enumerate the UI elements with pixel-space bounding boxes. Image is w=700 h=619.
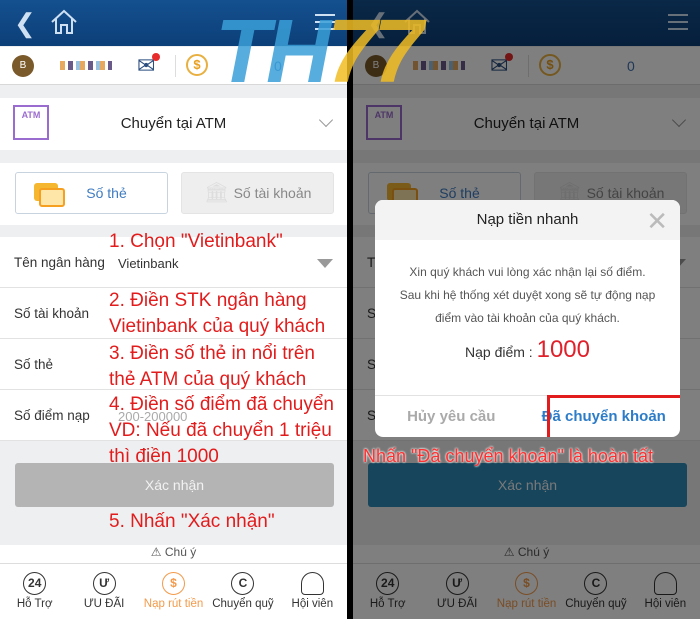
- mail-icon[interactable]: ✉: [137, 53, 161, 77]
- nav-promotions[interactable]: Ư ƯU ĐÃI: [69, 564, 138, 619]
- username-masked: [60, 61, 112, 70]
- annotation-step5: 5. Nhấn "Xác nhận": [109, 511, 275, 532]
- coin-icon: $: [186, 54, 208, 76]
- avatar[interactable]: B: [12, 55, 34, 77]
- annotation-step4b: VD: Nếu đã chuyển 1 triệu: [109, 420, 332, 441]
- tab-account-number[interactable]: 🏛Số tài khoản: [181, 172, 334, 214]
- caret-down-icon: [317, 259, 333, 268]
- field-label: Tên ngân hàng: [14, 255, 105, 270]
- tab-card-number[interactable]: Số thẻ: [15, 172, 168, 214]
- nav-label: Nạp rút tiền: [143, 598, 204, 610]
- annotation-step4c: thì điền 1000: [109, 446, 219, 467]
- tab-label: Số tài khoản: [233, 185, 312, 201]
- nav-support[interactable]: 24 Hỗ Trợ: [0, 564, 69, 619]
- method-title: Chuyển tại ATM: [120, 115, 227, 132]
- nav-deposit-withdraw[interactable]: $ Nạp rút tiền: [139, 564, 208, 619]
- annotation-step3a: 3. Điền số thẻ in nổi trên: [109, 343, 315, 364]
- points-summary: Nạp điểm : 1000: [389, 338, 666, 364]
- field-label: Số tài khoản: [14, 306, 90, 321]
- annotation-step2b: Vietinbank của quý khách: [109, 316, 326, 337]
- nav-label: ƯU ĐÃI: [83, 598, 125, 610]
- dollar-icon: $: [162, 572, 186, 595]
- watermark-logo: TH77: [215, 7, 423, 97]
- dialog-text: Sau khi hệ thống xét duyệt xong sẽ tự độ…: [399, 288, 656, 302]
- back-icon[interactable]: ❮: [14, 8, 36, 39]
- close-icon[interactable]: ✕: [646, 206, 668, 237]
- highlight-box: [547, 395, 680, 437]
- annotation-step3b: thẻ ATM của quý khách: [109, 369, 307, 390]
- logo-part: TH: [215, 2, 331, 102]
- logo-part: 77: [326, 2, 423, 102]
- tab-label: Số thẻ: [86, 185, 127, 201]
- points-label: Nạp điểm :: [465, 344, 533, 360]
- points-value: 1000: [536, 336, 590, 363]
- method-select[interactable]: ATM Chuyển tại ATM: [0, 98, 347, 150]
- nav-label: Chuyển quỹ: [212, 598, 274, 610]
- cancel-request-button[interactable]: Hủy yêu cầu: [375, 396, 528, 437]
- user-icon: [300, 572, 324, 595]
- nav-transfer[interactable]: C Chuyển quỹ: [208, 564, 277, 619]
- annotation-step2a: 2. Điền STK ngân hàng: [109, 290, 307, 311]
- nav-label: Hội viên: [291, 598, 334, 610]
- annotation-step4a: 4. Điền số điểm đã chuyển: [109, 394, 334, 415]
- phone-24-icon: 24: [23, 572, 47, 595]
- dialog-text: Xin quý khách vui lòng xác nhận lại số đ…: [409, 265, 646, 279]
- dialog-title: Nạp tiền nhanh: [375, 200, 680, 240]
- divider: [175, 55, 176, 77]
- bank-value: Vietinbank: [118, 256, 179, 271]
- promo-icon: Ư: [92, 572, 116, 595]
- tab-bar: Số thẻ 🏛Số tài khoản: [0, 163, 347, 225]
- field-label: Số thẻ: [14, 357, 54, 372]
- quick-deposit-dialog: Nạp tiền nhanh ✕ Xin quý khách vui lòng xá…: [375, 200, 680, 437]
- home-icon[interactable]: [50, 9, 78, 35]
- note-heading: ⚠ Chú ý: [0, 545, 347, 565]
- annotation-final: Nhấn "Đã chuyển khoản" là hoàn tất: [363, 446, 653, 466]
- nav-member[interactable]: Hội viên: [278, 564, 347, 619]
- transfer-icon: C: [231, 572, 255, 595]
- bottom-nav: 24 Hỗ Trợ Ư ƯU ĐÃI $ Nạp rút tiền C Chuyển q…: [0, 563, 347, 619]
- field-label: Số điểm nạp: [14, 408, 90, 423]
- nav-label: Hỗ Trợ: [16, 598, 53, 610]
- dialog-text: điểm vào tài khoản của quý khách.: [435, 311, 620, 325]
- annotation-step1: 1. Chọn "Vietinbank": [109, 231, 283, 252]
